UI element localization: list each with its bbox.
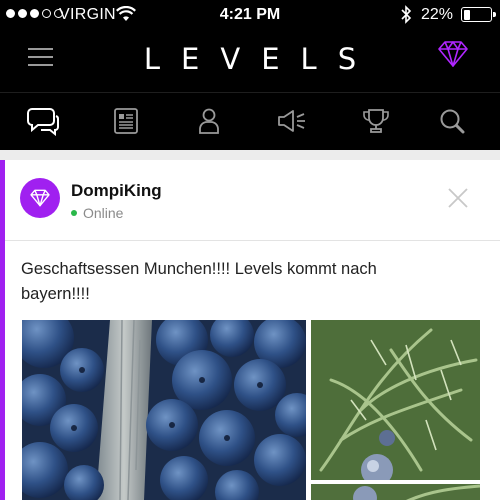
divider <box>5 240 500 241</box>
tab-profile[interactable] <box>191 105 227 137</box>
tab-search[interactable] <box>434 105 470 137</box>
newspaper-icon <box>114 108 138 134</box>
juniper-branch-photo-2 <box>311 484 480 500</box>
tab-announcements[interactable] <box>274 105 310 137</box>
battery-percent: 22% <box>421 6 454 23</box>
feed[interactable]: DompiKing Online Geschaftsessen Munchen!… <box>0 150 500 500</box>
close-icon[interactable] <box>446 186 470 210</box>
online-indicator-icon <box>71 210 77 216</box>
online-status: Online <box>71 205 123 221</box>
chat-bubbles-icon <box>27 108 59 136</box>
tab-news[interactable] <box>108 105 144 137</box>
bluetooth-icon <box>401 5 412 24</box>
battery-icon <box>461 7 496 22</box>
megaphone-icon <box>278 110 305 132</box>
post-image-juniper[interactable] <box>311 320 480 480</box>
post-image-blueberries[interactable] <box>22 320 306 500</box>
juniper-branch-photo <box>311 320 480 480</box>
diamond-icon[interactable] <box>438 40 468 68</box>
post-card: DompiKing Online Geschaftsessen Munchen!… <box>0 160 500 500</box>
app-header: LEVELS <box>0 30 500 92</box>
battery-fill <box>463 9 470 20</box>
nav-tab-bar <box>0 92 500 150</box>
diamond-icon <box>30 189 50 207</box>
tab-rankings[interactable] <box>358 105 394 137</box>
tab-chat[interactable] <box>25 105 61 137</box>
post-text: Geschaftsessen Munchen!!!! Levels kommt … <box>21 260 377 303</box>
search-icon <box>440 109 465 134</box>
post-image-juniper-2[interactable] <box>311 484 480 500</box>
blueberries-photo <box>22 320 306 500</box>
post-author-name[interactable]: DompiKing <box>71 181 162 201</box>
avatar[interactable] <box>20 178 60 218</box>
app-logo: LEVELS <box>143 42 378 76</box>
status-bar: VIRGIN 4:21 PM 22% <box>0 0 500 30</box>
profile-icon <box>199 108 219 134</box>
online-status-label: Online <box>83 205 124 221</box>
trophy-icon <box>363 109 389 133</box>
